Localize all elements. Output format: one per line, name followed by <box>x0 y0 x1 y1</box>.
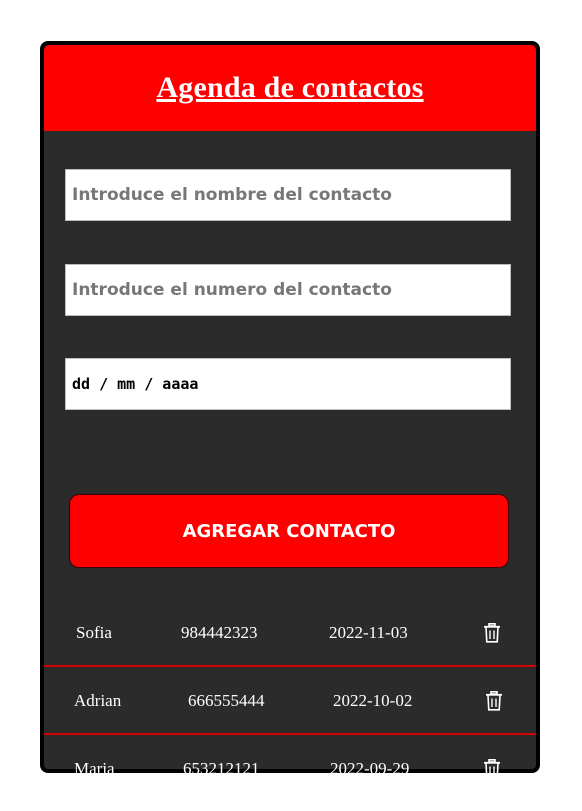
contact-name: Adrian <box>74 691 122 710</box>
add-contact-button[interactable]: AGREGAR CONTACTO <box>69 494 509 568</box>
contact-name: Maria <box>74 759 115 773</box>
date-input[interactable]: dd / mm / aaaa <box>70 375 198 393</box>
contact-number: 653212121 <box>183 759 260 773</box>
trash-icon[interactable] <box>483 759 501 773</box>
contact-date: 2022-09-29 <box>330 759 410 773</box>
name-input[interactable] <box>70 169 510 221</box>
contact-number: 984442323 <box>181 623 258 642</box>
card-body: dd / mm / aaaa AGREGAR CONTACTO Sofia 98… <box>44 131 536 773</box>
header: Agenda de contactos <box>44 45 536 131</box>
date-field[interactable]: dd / mm / aaaa <box>65 358 511 410</box>
contact-date: 2022-11-03 <box>329 623 408 642</box>
trash-icon[interactable] <box>485 691 503 711</box>
number-input[interactable] <box>70 264 510 316</box>
contact-row: Sofia 984442323 2022-11-03 <box>44 601 536 667</box>
trash-icon[interactable] <box>483 623 501 643</box>
contacts-card: Agenda de contactos dd / mm / aaaa AGREG… <box>40 41 540 773</box>
number-field <box>65 264 511 316</box>
contact-name: Sofia <box>76 623 112 642</box>
contact-number: 666555444 <box>188 691 265 710</box>
name-field <box>65 169 511 221</box>
contact-row: Maria 653212121 2022-09-29 <box>44 737 536 773</box>
contact-row: Adrian 666555444 2022-10-02 <box>44 669 536 735</box>
page-title: Agenda de contactos <box>156 71 424 104</box>
contact-date: 2022-10-02 <box>333 691 413 710</box>
